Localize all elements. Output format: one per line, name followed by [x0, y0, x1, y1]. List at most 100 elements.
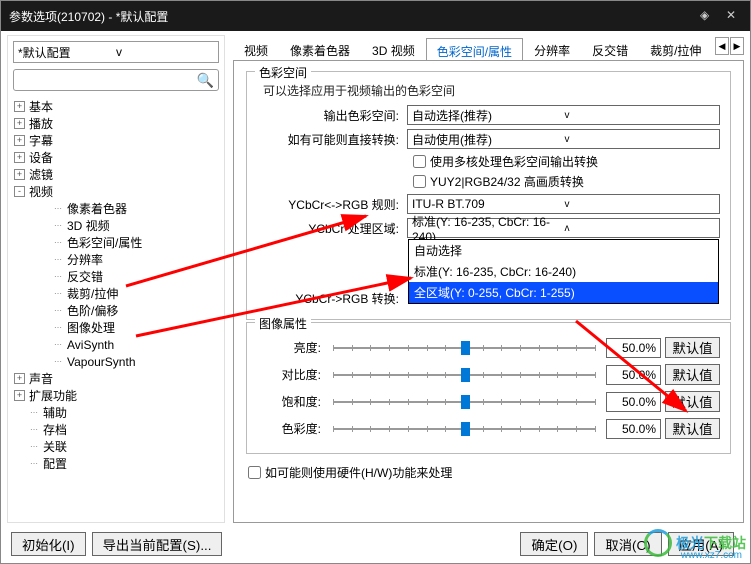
expand-icon[interactable]: + [14, 373, 25, 384]
slider-track[interactable] [327, 365, 602, 385]
slider-value[interactable]: 50.0% [606, 392, 661, 412]
preset-dropdown[interactable]: *默认配置 v [13, 41, 219, 63]
tree-item[interactable]: ⋯3D 视频 [10, 217, 222, 234]
init-button[interactable]: 初始化(I) [11, 532, 86, 556]
slider-value[interactable]: 50.0% [606, 365, 661, 385]
tree-item[interactable]: ⋯裁剪/拉伸 [10, 285, 222, 302]
tree-label: 色阶/偏移 [67, 302, 118, 319]
tree-leaf-icon: ⋯ [54, 340, 64, 349]
tree-item[interactable]: +声音 [10, 370, 222, 387]
search-input[interactable] [18, 73, 197, 87]
tab[interactable]: 3D 视频 [361, 37, 426, 60]
tree-label: 扩展功能 [29, 387, 77, 404]
window-title: 参数选项(210702) - *默认配置 [9, 8, 690, 25]
expand-icon[interactable]: + [14, 152, 25, 163]
tab[interactable]: 反交错 [581, 37, 639, 60]
hw-processing-checkbox[interactable] [248, 466, 261, 479]
tree-leaf-icon: ⋯ [54, 357, 64, 366]
tree-item[interactable]: ⋯配置 [10, 455, 222, 472]
close-icon[interactable]: ✕ [726, 8, 742, 24]
slider-thumb[interactable] [461, 341, 470, 355]
slider-track[interactable] [327, 419, 602, 439]
default-button[interactable]: 默认值 [665, 391, 720, 412]
tab[interactable]: 色彩空间/属性 [426, 38, 523, 60]
tab[interactable]: 视频 [233, 37, 279, 60]
tree-item[interactable]: +字幕 [10, 132, 222, 149]
tree-item[interactable]: ⋯辅助 [10, 404, 222, 421]
search-input-wrap[interactable]: 🔍 [13, 69, 219, 91]
tree-item[interactable]: +滤镜 [10, 166, 222, 183]
tab[interactable]: 分辨率 [523, 37, 581, 60]
tree-label: 存档 [43, 421, 67, 438]
slider-track[interactable] [327, 392, 602, 412]
tab-scroll-left[interactable]: ◀ [715, 37, 729, 55]
pin-icon[interactable]: ◈ [700, 8, 716, 24]
expand-icon[interactable]: + [14, 101, 25, 112]
yuy2-checkbox-row[interactable]: YUY2|RGB24/32 高画质转换 [413, 173, 720, 190]
tree-item[interactable]: ⋯VapourSynth [10, 353, 222, 370]
export-config-button[interactable]: 导出当前配置(S)... [92, 532, 223, 556]
tree-item[interactable]: + 播放 [10, 115, 222, 132]
tree-item[interactable]: + 扩展功能 [10, 387, 222, 404]
slider-thumb[interactable] [461, 422, 470, 436]
slider-thumb[interactable] [461, 395, 470, 409]
slider-value[interactable]: 50.0% [606, 338, 661, 358]
ok-button[interactable]: 确定(O) [520, 532, 588, 556]
tree-item[interactable]: ⋯色彩空间/属性 [10, 234, 222, 251]
tree-item[interactable]: ⋯AviSynth [10, 336, 222, 353]
dialog-window: 参数选项(210702) - *默认配置 ◈ ✕ *默认配置 v 🔍 +基本+播… [0, 0, 751, 564]
dropdown-option[interactable]: 自动选择 [409, 240, 718, 261]
tree-item[interactable]: + 设备 [10, 149, 222, 166]
tab[interactable]: 像素着色器 [279, 37, 361, 60]
slider-label: 亮度: [257, 339, 327, 356]
tabs-inner: 视频像素着色器3D 视频色彩空间/属性分辨率反交错裁剪/拉伸 [233, 37, 714, 60]
slider-track[interactable] [327, 338, 602, 358]
chevron-down-icon: v [563, 134, 716, 145]
multicore-checkbox-row[interactable]: 使用多核处理色彩空间输出转换 [413, 153, 720, 170]
tree-item[interactable]: ⋯像素着色器 [10, 200, 222, 217]
slider-value[interactable]: 50.0% [606, 419, 661, 439]
tree-item[interactable]: ⋯存档 [10, 421, 222, 438]
tree-leaf-icon: ⋯ [30, 408, 40, 417]
ycbcr-torb-label: YCbCr->RGB 转换: [257, 290, 407, 307]
tree-leaf-icon: ⋯ [54, 204, 64, 213]
nav-tree[interactable]: +基本+播放+字幕+设备+滤镜-视频⋯像素着色器⋯3D 视频⋯色彩空间/属性⋯分… [8, 94, 224, 476]
tree-label: VapourSynth [67, 355, 136, 369]
multicore-checkbox[interactable] [413, 155, 426, 168]
tree-item[interactable]: ⋯关联 [10, 438, 222, 455]
dropdown-option[interactable]: 标准(Y: 16-235, CbCr: 16-240) [409, 261, 718, 282]
default-button[interactable]: 默认值 [665, 337, 720, 358]
hw-processing-row[interactable]: 如可能则使用硬件(H/W)功能来处理 [246, 464, 731, 481]
tree-label: 裁剪/拉伸 [67, 285, 118, 302]
tab-scroll-right[interactable]: ▶ [730, 37, 744, 55]
expand-icon[interactable]: + [14, 169, 25, 180]
yuy2-checkbox[interactable] [413, 175, 426, 188]
tree-label: AviSynth [67, 338, 114, 352]
tree-item[interactable]: ⋯图像处理 [10, 319, 222, 336]
tree-label: 关联 [43, 438, 67, 455]
tab[interactable]: 裁剪/拉伸 [639, 37, 712, 60]
dropdown-option[interactable]: 全区域(Y: 0-255, CbCr: 1-255) [409, 282, 718, 303]
cancel-button[interactable]: 取消(C) [594, 532, 661, 556]
tree-item[interactable]: ⋯反交错 [10, 268, 222, 285]
footer-bar: 初始化(I) 导出当前配置(S)... 确定(O) 取消(C) 应用(A) [1, 525, 750, 563]
expand-icon[interactable]: + [14, 118, 25, 129]
tree-label: 播放 [29, 115, 53, 132]
expand-icon[interactable]: + [14, 390, 25, 401]
ycbcr-range-dropdown[interactable]: 自动选择标准(Y: 16-235, CbCr: 16-240)全区域(Y: 0-… [408, 239, 719, 304]
tree-item[interactable]: ⋯色阶/偏移 [10, 302, 222, 319]
apply-button[interactable]: 应用(A) [668, 532, 734, 556]
tree-label: 设备 [29, 149, 53, 166]
default-button[interactable]: 默认值 [665, 364, 720, 385]
out-colorspace-select[interactable]: 自动选择(推荐)v [407, 105, 720, 125]
collapse-icon[interactable]: - [14, 186, 25, 197]
ycbcr-range-select[interactable]: 标准(Y: 16-235, CbCr: 16-240)ʌ 自动选择标准(Y: 1… [407, 218, 720, 238]
tree-item[interactable]: ⋯分辨率 [10, 251, 222, 268]
ycbcr-rule-select[interactable]: ITU-R BT.709v [407, 194, 720, 214]
direct-convert-select[interactable]: 自动使用(推荐)v [407, 129, 720, 149]
tree-item[interactable]: -视频 [10, 183, 222, 200]
slider-thumb[interactable] [461, 368, 470, 382]
tree-item[interactable]: +基本 [10, 98, 222, 115]
expand-icon[interactable]: + [14, 135, 25, 146]
default-button[interactable]: 默认值 [665, 418, 720, 439]
